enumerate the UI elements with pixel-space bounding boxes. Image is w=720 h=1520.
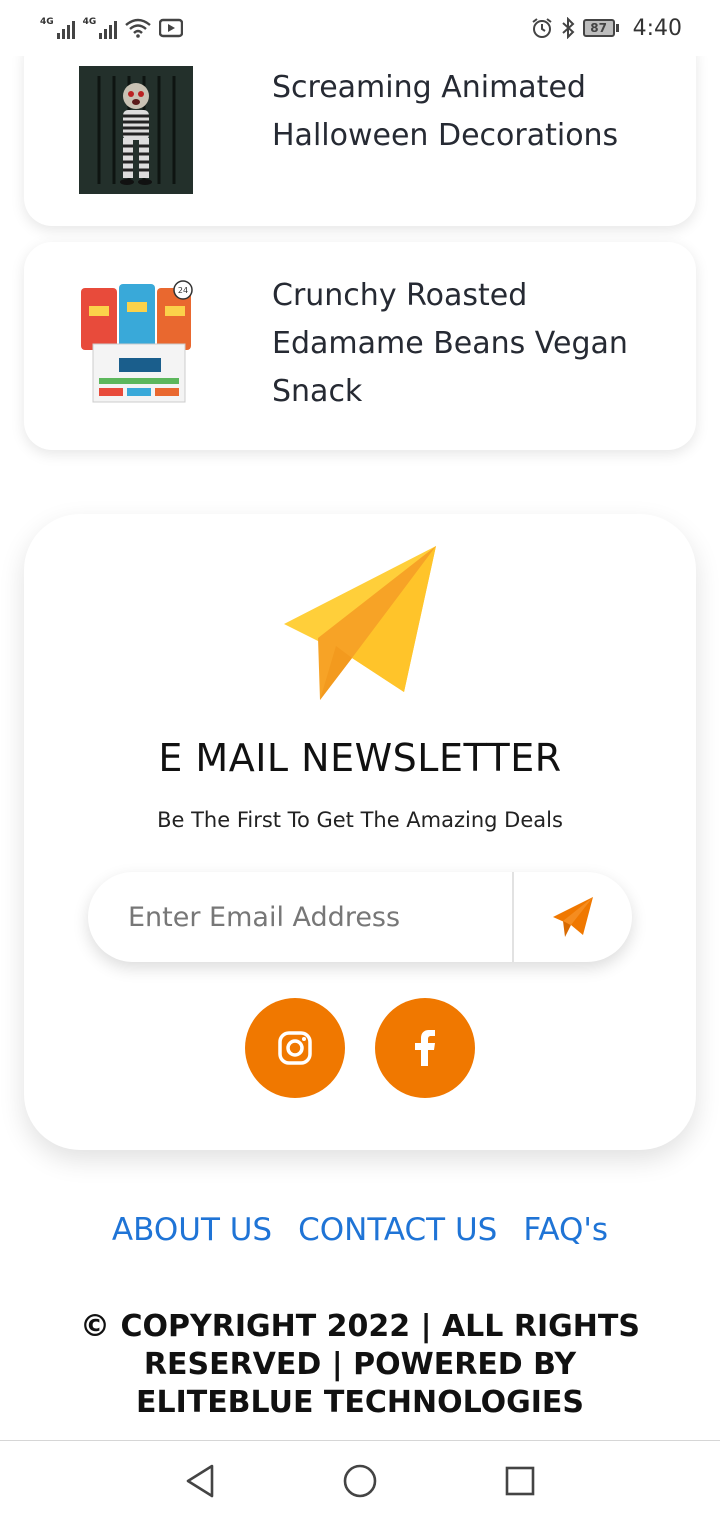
halloween-figure-image: [79, 66, 193, 194]
status-left: 4G 4G: [40, 17, 184, 39]
recents-icon: [505, 1466, 535, 1495]
email-subscribe-form: [88, 872, 632, 962]
signal-icon: 4G: [83, 17, 118, 39]
product-card[interactable]: Screaming Animated Halloween Decorations: [24, 30, 696, 226]
paper-plane-icon: [284, 546, 436, 700]
social-links: [24, 998, 696, 1098]
recents-button[interactable]: [495, 1456, 545, 1506]
product-title[interactable]: Screaming Animated Halloween Decorations: [272, 64, 672, 160]
facebook-icon: [415, 1030, 435, 1066]
alarm-icon: [531, 18, 552, 38]
copyright-text: © COPYRIGHT 2022 | ALL RIGHTS RESERVED |…: [80, 1309, 640, 1420]
newsletter-title: E MAIL NEWSLETTER: [158, 736, 562, 780]
email-input[interactable]: [88, 872, 512, 962]
screen-record-icon: [159, 18, 184, 38]
send-icon: [553, 897, 593, 937]
signal-label: 4G: [82, 17, 97, 27]
signal-icon: 4G: [40, 17, 75, 39]
back-icon: [186, 1464, 214, 1497]
status-bar: 4G 4G 87 4:40: [0, 0, 720, 56]
battery-level: 87: [590, 21, 607, 35]
svg-text:24: 24: [178, 286, 188, 295]
status-right: 87 4:40: [531, 16, 682, 41]
wifi-icon: [125, 18, 152, 38]
facebook-button[interactable]: [375, 998, 475, 1098]
newsletter-card: E MAIL NEWSLETTER Be The First To Get Th…: [24, 514, 696, 1150]
home-button[interactable]: [335, 1456, 385, 1506]
instagram-icon: [278, 1031, 312, 1065]
instagram-button[interactable]: [245, 998, 345, 1098]
system-nav-bar: [0, 1440, 720, 1520]
product-title[interactable]: Crunchy Roasted Edamame Beans Vegan Snac…: [272, 272, 672, 416]
footer-links: ABOUT US CONTACT US FAQ's: [0, 1212, 720, 1248]
edamame-snack-image: 24: [81, 280, 193, 403]
home-icon: [343, 1464, 377, 1497]
battery-icon: 87: [582, 19, 619, 37]
bluetooth-icon: [561, 17, 575, 39]
send-button[interactable]: [514, 872, 632, 962]
product-card[interactable]: 24 Crunchy Roasted Edamame Beans Vegan S…: [24, 242, 696, 450]
faqs-link[interactable]: FAQ's: [523, 1212, 608, 1248]
back-button[interactable]: [175, 1456, 225, 1506]
contact-us-link[interactable]: CONTACT US: [298, 1212, 497, 1248]
clock: 4:40: [632, 15, 682, 41]
newsletter-subtitle: Be The First To Get The Amazing Deals: [157, 808, 563, 832]
signal-label: 4G: [40, 17, 54, 27]
about-us-link[interactable]: ABOUT US: [112, 1212, 272, 1248]
